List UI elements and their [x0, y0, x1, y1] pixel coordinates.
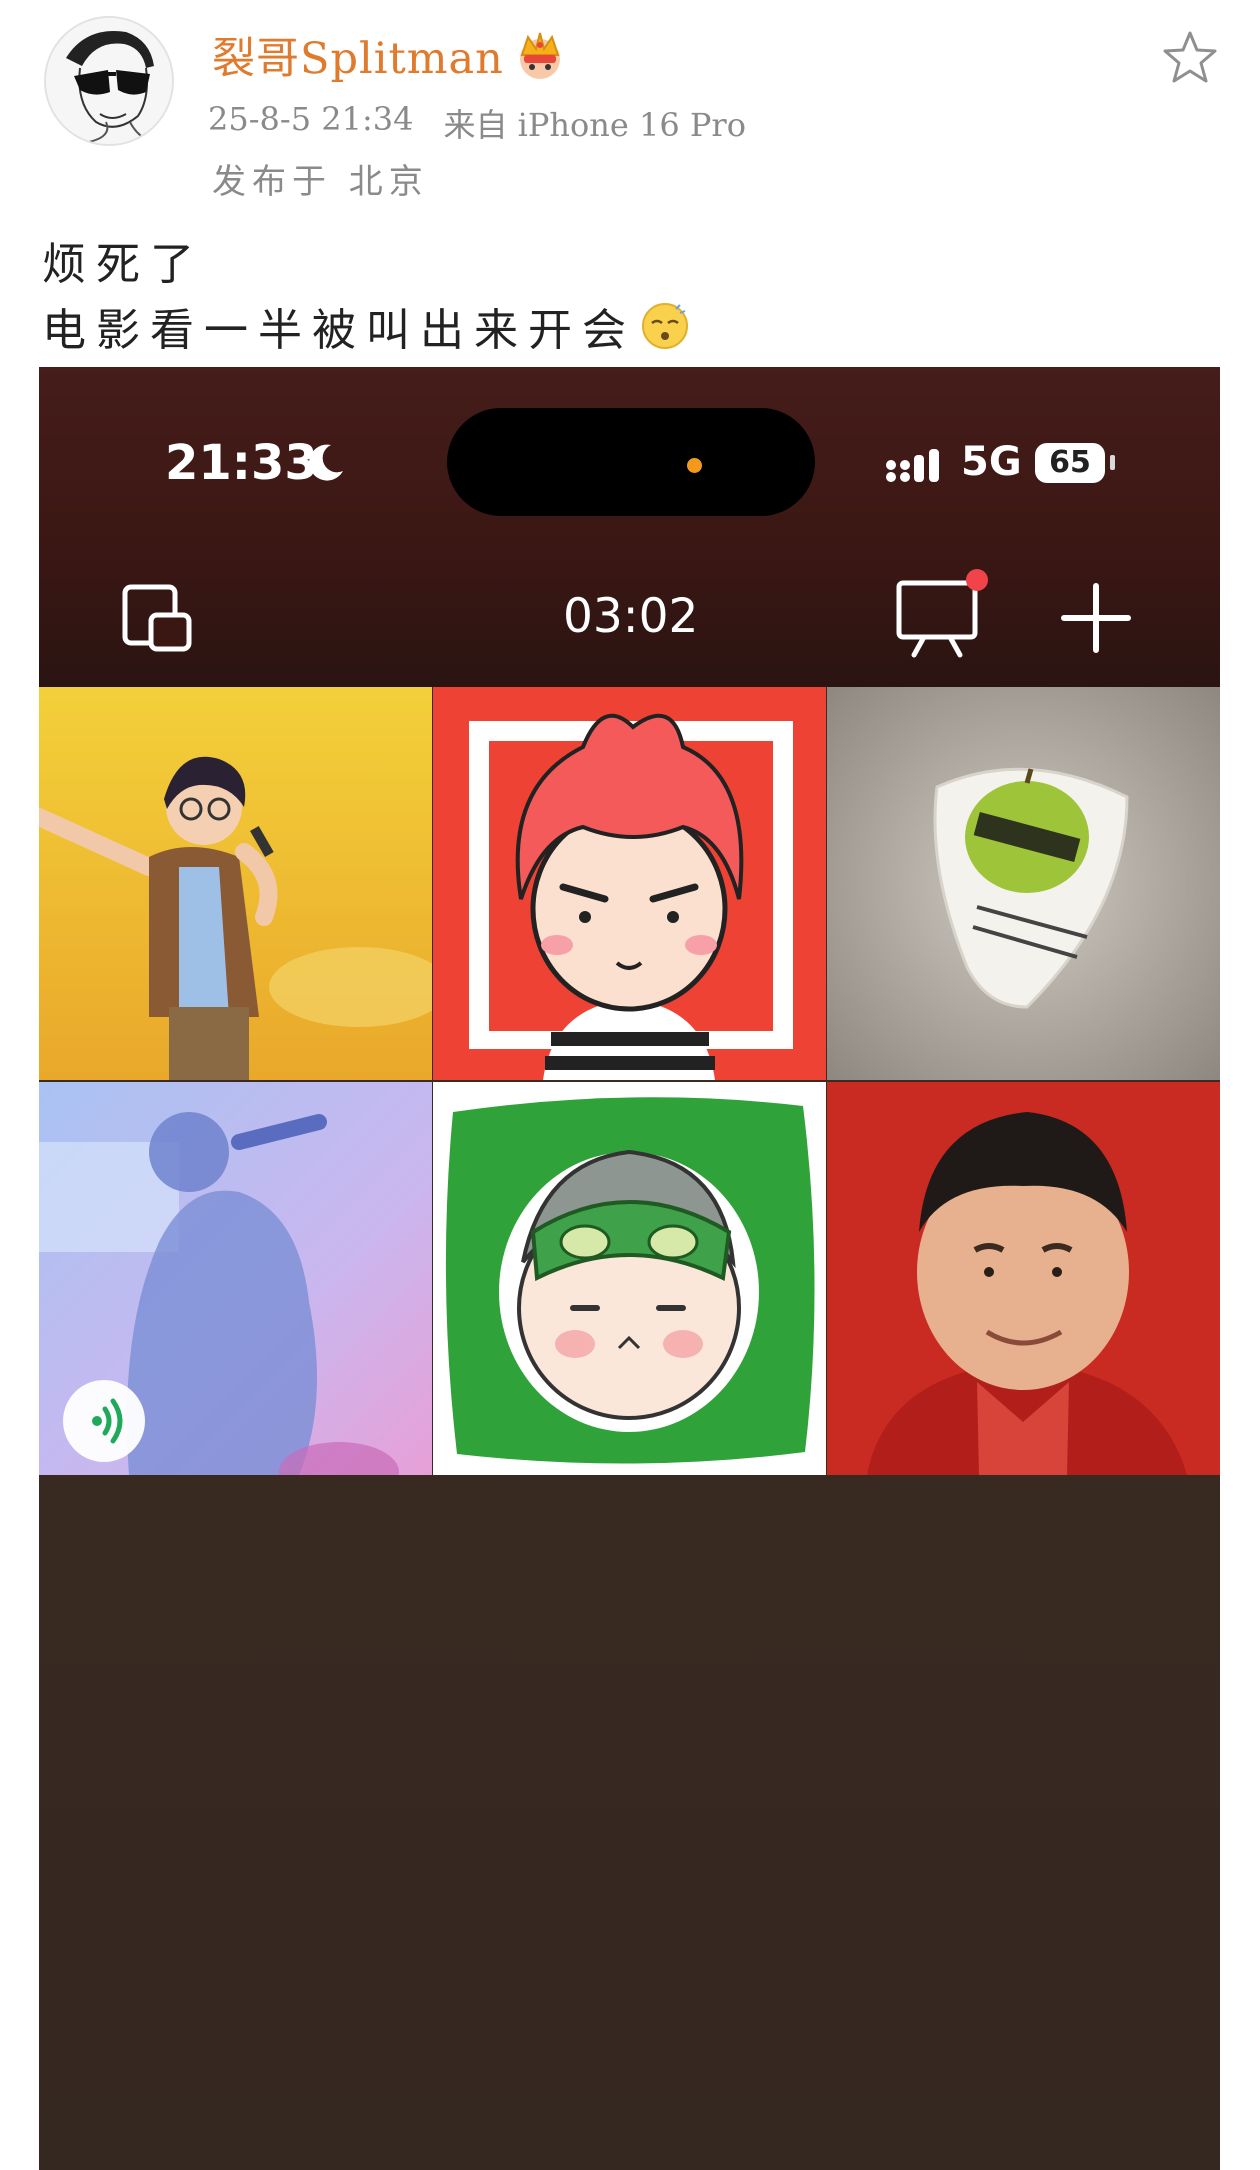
speaker-indicator[interactable] [63, 1380, 145, 1462]
post-text-line-2-text: 电影看一半被叫出来开会 [42, 305, 636, 356]
add-icon[interactable] [1061, 583, 1131, 653]
battery-tip [1110, 455, 1115, 470]
meeting-timer: 03:02 [563, 589, 699, 644]
cellular-signal-icon [886, 449, 939, 482]
author-avatar[interactable] [44, 16, 174, 146]
post-meta: 25-8-5 21:34 来自 iPhone 16 Pro [208, 100, 746, 146]
post-source: 来自 iPhone 16 Pro [443, 106, 746, 144]
switch-view-icon[interactable] [121, 581, 195, 655]
network-type: 5G [961, 439, 1022, 485]
star-outline-icon[interactable] [1160, 28, 1220, 88]
man-red-background-photo-icon [827, 1082, 1220, 1475]
pepe-hat-cartoon-avatar-icon [433, 1082, 826, 1475]
privacy-indicator-dot [687, 458, 702, 473]
beatles-guitar-pick-photo-icon [827, 687, 1220, 1080]
participant-tile-5[interactable] [433, 1082, 826, 1475]
battery-level: 65 [1035, 443, 1105, 483]
moon-icon [309, 444, 343, 481]
participant-tile-4[interactable] [39, 1082, 432, 1475]
meeting-screenshot[interactable]: 21:33 5G 65 03:02 [39, 367, 1220, 2170]
status-time: 21:33 [165, 435, 318, 491]
red-hair-cartoon-avatar-icon [433, 687, 826, 1080]
participant-grid [39, 687, 1220, 1475]
participant-tile-2[interactable] [433, 687, 826, 1080]
author-row: 裂哥Splitman [212, 24, 566, 86]
participant-tile-1[interactable] [39, 687, 432, 1080]
participant-tile-3[interactable] [827, 687, 1220, 1080]
audio-wave-icon [92, 1398, 123, 1444]
post-text-line-1: 烦死了 [42, 239, 204, 290]
sunglasses-man-avatar-icon [46, 18, 172, 144]
dynamic-island [447, 408, 815, 516]
singer-cartoon-avatar-icon [39, 687, 432, 1080]
dizzy-face-emoji-icon [642, 303, 688, 349]
post-location: 发布于 北京 [212, 162, 429, 202]
post-timestamp: 25-8-5 21:34 [208, 100, 414, 138]
post-text-line-2: 电影看一半被叫出来开会 [42, 294, 690, 358]
notification-dot [966, 569, 988, 591]
participant-tile-6[interactable] [827, 1082, 1220, 1475]
author-name[interactable]: 裂哥Splitman [212, 24, 504, 86]
crown-badge-icon [519, 32, 560, 79]
